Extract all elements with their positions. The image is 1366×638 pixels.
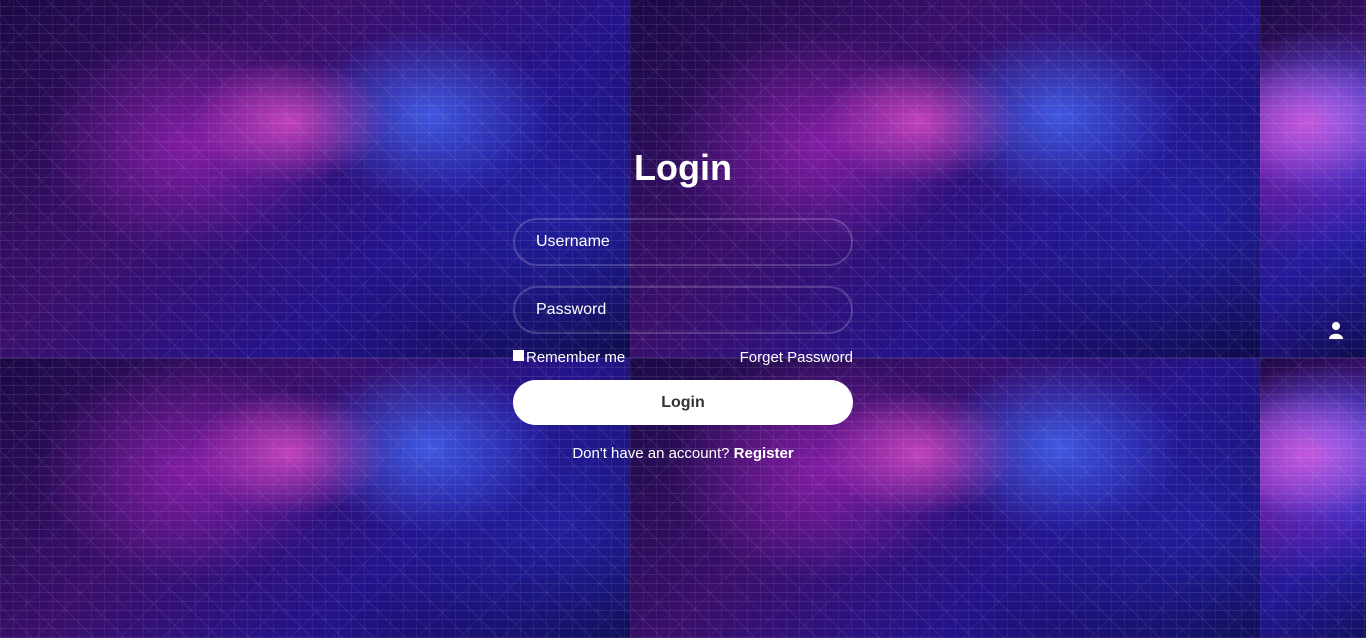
page-title: Login — [634, 147, 732, 188]
username-field[interactable]: Username — [513, 218, 853, 266]
login-button[interactable]: Login — [513, 380, 853, 425]
register-prompt: Don't have an account? — [572, 445, 734, 462]
login-options: Remember me Forget Password — [513, 348, 853, 366]
password-field[interactable]: Password — [513, 286, 853, 334]
remember-me[interactable]: Remember me — [513, 349, 625, 366]
register-row: Don't have an account? Register — [513, 445, 853, 462]
username-input[interactable] — [515, 220, 851, 264]
login-form: Login Username Password Remember me Forg… — [513, 140, 853, 462]
password-input[interactable] — [515, 288, 851, 332]
forgot-password-link[interactable]: Forget Password — [740, 349, 853, 366]
remember-checkbox[interactable] — [513, 349, 524, 361]
register-link[interactable]: Register — [734, 445, 794, 462]
user-icon — [1329, 322, 1343, 339]
background-tile — [1260, 0, 1366, 358]
background-tile — [1260, 358, 1366, 638]
remember-label: Remember me — [526, 348, 626, 366]
